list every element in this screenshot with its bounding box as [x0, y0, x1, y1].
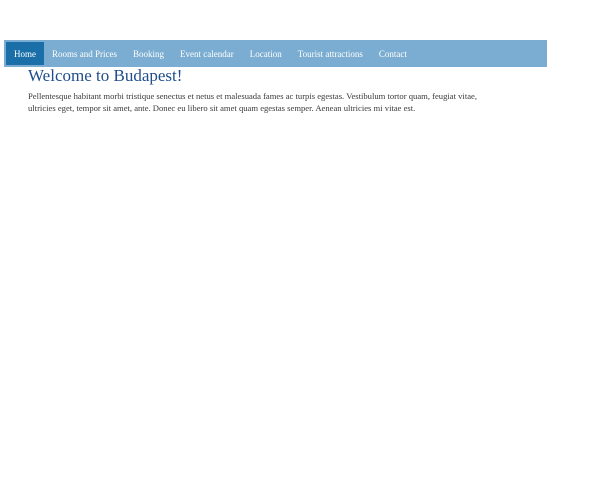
page-title: Welcome to Budapest! — [28, 66, 183, 85]
nav-item-rooms-and-prices[interactable]: Rooms and Prices — [44, 40, 125, 67]
intro-paragraph: Pellentesque habitant morbi tristique se… — [28, 91, 477, 113]
nav-item-booking[interactable]: Booking — [125, 40, 172, 67]
nav-item-event-calendar[interactable]: Event calendar — [172, 40, 242, 67]
nav-item-tourist-attractions[interactable]: Tourist attractions — [290, 40, 371, 67]
nav-item-contact[interactable]: Contact — [371, 40, 415, 67]
nav-item-home[interactable]: Home — [6, 42, 44, 65]
main-navigation: Home Rooms and Prices Booking Event cale… — [4, 40, 547, 67]
main-content: Welcome to Budapest! Pellentesque habita… — [28, 66, 488, 114]
nav-item-location[interactable]: Location — [242, 40, 290, 67]
